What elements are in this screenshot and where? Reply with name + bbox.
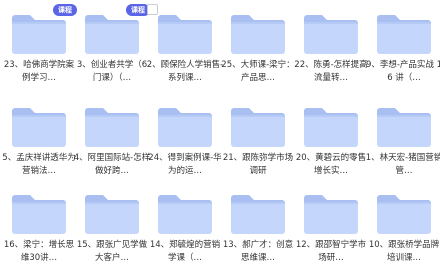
folder-name: 2、顾保险人学销售-系列课… [146,60,224,83]
folder-item[interactable]: 10、跟张桥学品牌培训课… [365,180,440,270]
folder-item[interactable]: 9、李想-产品实战 16 讲（… [365,0,440,90]
folder-name: 10、跟张桥学品牌培训课… [368,240,440,263]
folder-icon [82,12,142,56]
folder-item[interactable]: 12、跟邵智宁学市场研… [292,180,370,270]
folder-item[interactable]: 13、郝广才：创意思维课… [219,180,297,270]
folder-icon [374,12,434,56]
folder-icon [9,192,69,236]
folder-name: 14、郑毓煌的营销学课（… [149,240,221,263]
folder-name: 25、大师课-梁宁：产品思… [221,60,295,83]
folder-item[interactable]: 22、陈勇-怎样提高流量转… [292,0,370,90]
folder-icon [82,192,142,236]
folder-name: 22、陈勇-怎样提高流量转… [294,60,368,83]
folder-icon [155,105,215,149]
folder-name: 16、梁宁：增长思维30讲… [3,240,75,263]
folder-icon [301,12,361,56]
folder-name: 23、哈佛商学院案例学习… [3,60,75,83]
folder-name: 5、孟庆祥讲透华为营销法… [2,153,76,176]
folder-item[interactable]: 16、梁宁：增长思维30讲… [0,180,78,270]
folder-name: 24、得到案例课-华为的运… [148,153,222,176]
folder-item[interactable]: 24、得到案例课-华为的运… [146,93,224,183]
folder-name: 1、林天宏-猪国营销管… [365,153,440,176]
folder-grid: 课程 23、哈佛商学院案例学习… 课程 3、创业者共学（6门课）（… 2、顾保险… [0,0,440,270]
folder-name: 3、创业者共学（6门课）（… [76,60,148,83]
folder-icon [228,12,288,56]
folder-item[interactable]: 14、郑毓煌的营销学课（… [146,180,224,270]
folder-icon [82,105,142,149]
folder-name: 4、阿里国际站-怎样做好跨… [73,153,151,176]
folder-icon [374,105,434,149]
folder-name: 20、黄碧云的零售增长实… [295,153,367,176]
folder-name: 12、跟邵智宁学市场研… [295,240,367,263]
folder-icon [374,192,434,236]
folder-icon [228,192,288,236]
folder-icon [301,105,361,149]
folder-name: 9、李想-产品实战 16 讲（… [365,60,440,83]
folder-name: 13、郝广才：创意思维课… [222,240,294,263]
folder-icon [228,105,288,149]
folder-item[interactable]: 25、大师课-梁宁：产品思… [219,0,297,90]
folder-icon [9,12,69,56]
folder-name: 21、跟陈弥学市场调研 [222,153,294,176]
folder-icon [155,12,215,56]
folder-item[interactable]: 课程 3、创业者共学（6门课）（… [73,0,151,90]
folder-name: 15、跟张广见学做大客户… [76,240,148,263]
folder-item[interactable]: 20、黄碧云的零售增长实… [292,93,370,183]
folder-icon [301,192,361,236]
folder-item[interactable]: 21、跟陈弥学市场调研 [219,93,297,183]
folder-item[interactable]: 4、阿里国际站-怎样做好跨… [73,93,151,183]
folder-item[interactable]: 1、林天宏-猪国营销管… [365,93,440,183]
folder-item[interactable]: 课程 23、哈佛商学院案例学习… [0,0,78,90]
folder-item[interactable]: 15、跟张广见学做大客户… [73,180,151,270]
folder-item[interactable]: 5、孟庆祥讲透华为营销法… [0,93,78,183]
folder-icon [155,192,215,236]
folder-icon [9,105,69,149]
folder-item[interactable]: 2、顾保险人学销售-系列课… [146,0,224,90]
